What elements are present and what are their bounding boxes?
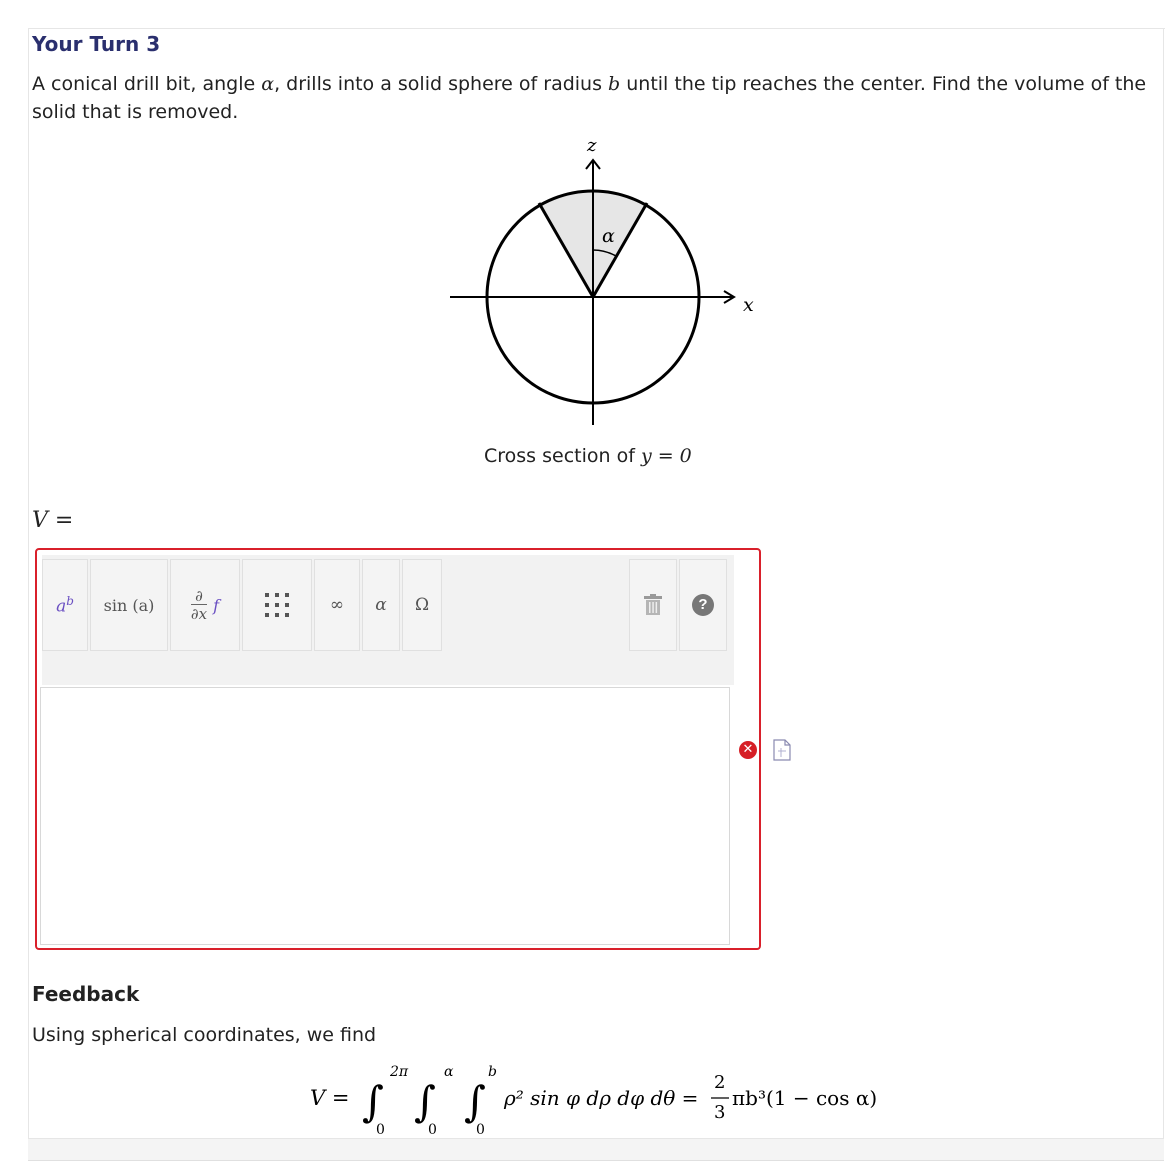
alpha-symbol: α xyxy=(261,73,275,95)
integral-sign-3: ∫ xyxy=(464,1077,486,1126)
alpha-label: α xyxy=(602,225,615,247)
math-toolbar: ab sin (a) ∂ ∂x f ∞ α Ω ? xyxy=(42,555,734,685)
card-divider xyxy=(28,1160,1164,1161)
answer-input[interactable] xyxy=(40,687,730,945)
infinity-label: ∞ xyxy=(329,595,345,615)
formula-lhs: V = xyxy=(310,1086,349,1110)
sin-label: sin (a) xyxy=(103,595,155,615)
caption-text: Cross section of xyxy=(484,445,641,467)
card-footer-band xyxy=(28,1138,1164,1161)
omega-label: Ω xyxy=(414,595,430,615)
matrix-icon xyxy=(265,593,289,617)
matrix-button[interactable] xyxy=(242,559,312,651)
upper-bound-2: α xyxy=(444,1064,454,1080)
fraction-numerator: 2 xyxy=(714,1072,725,1093)
omega-button[interactable]: Ω xyxy=(402,559,442,651)
card-border-right xyxy=(1163,28,1164,1138)
power-button[interactable]: ab xyxy=(42,559,88,651)
feedback-text: Using spherical coordinates, we find xyxy=(32,1024,377,1046)
upper-bound-3: b xyxy=(488,1064,497,1080)
lower-bound-3: 0 xyxy=(476,1122,485,1138)
trash-icon xyxy=(644,594,662,615)
lower-bound-2: 0 xyxy=(428,1122,437,1138)
help-icon: ? xyxy=(692,594,714,616)
feedback-title: Feedback xyxy=(32,982,140,1006)
x-label: x xyxy=(743,294,754,316)
deriv-top: ∂ xyxy=(195,587,203,605)
question-text-part1: A conical drill bit, angle xyxy=(32,73,262,95)
alpha-button[interactable]: α xyxy=(362,559,400,651)
feedback-formula: V = ∫ 2π 0 ∫ α 0 ∫ b 0 ρ² sin φ dρ dφ dθ… xyxy=(310,1064,877,1138)
formula-integrand: ρ² sin φ dρ dφ dθ = xyxy=(503,1086,698,1110)
answer-variable-label: V = xyxy=(32,508,74,533)
format-document-icon[interactable] xyxy=(773,739,791,761)
caption-math: y = 0 xyxy=(640,445,692,467)
question-text-part2: , drills into a solid sphere of radius xyxy=(274,73,609,95)
integral-sign-1: ∫ xyxy=(362,1077,384,1126)
error-icon: ✕ xyxy=(739,741,757,759)
figure-caption: Cross section of y = 0 xyxy=(484,445,692,467)
deriv-bottom: ∂x xyxy=(190,604,208,623)
sin-button[interactable]: sin (a) xyxy=(90,559,168,651)
cross-section-figure: z x α xyxy=(450,135,754,425)
deriv-f: f xyxy=(213,595,220,615)
integral-sign-2: ∫ xyxy=(414,1077,436,1126)
fraction-denominator: 3 xyxy=(714,1102,725,1123)
question-text: A conical drill bit, angle α, drills int… xyxy=(32,70,1157,126)
trash-button[interactable] xyxy=(629,559,677,651)
power-exponent: b xyxy=(66,593,74,608)
alpha-button-label: α xyxy=(375,595,387,615)
infinity-button[interactable]: ∞ xyxy=(314,559,360,651)
lower-bound-1: 0 xyxy=(376,1122,385,1138)
radius-symbol: b xyxy=(608,73,621,95)
power-base: a xyxy=(56,596,67,617)
z-label: z xyxy=(586,135,597,156)
question-title: Your Turn 3 xyxy=(32,32,161,56)
help-button[interactable]: ? xyxy=(679,559,727,651)
derivative-button[interactable]: ∂ ∂x f xyxy=(170,559,240,651)
upper-bound-1: 2π xyxy=(389,1064,409,1080)
formula-result: πb³(1 − cos α) xyxy=(732,1086,877,1110)
